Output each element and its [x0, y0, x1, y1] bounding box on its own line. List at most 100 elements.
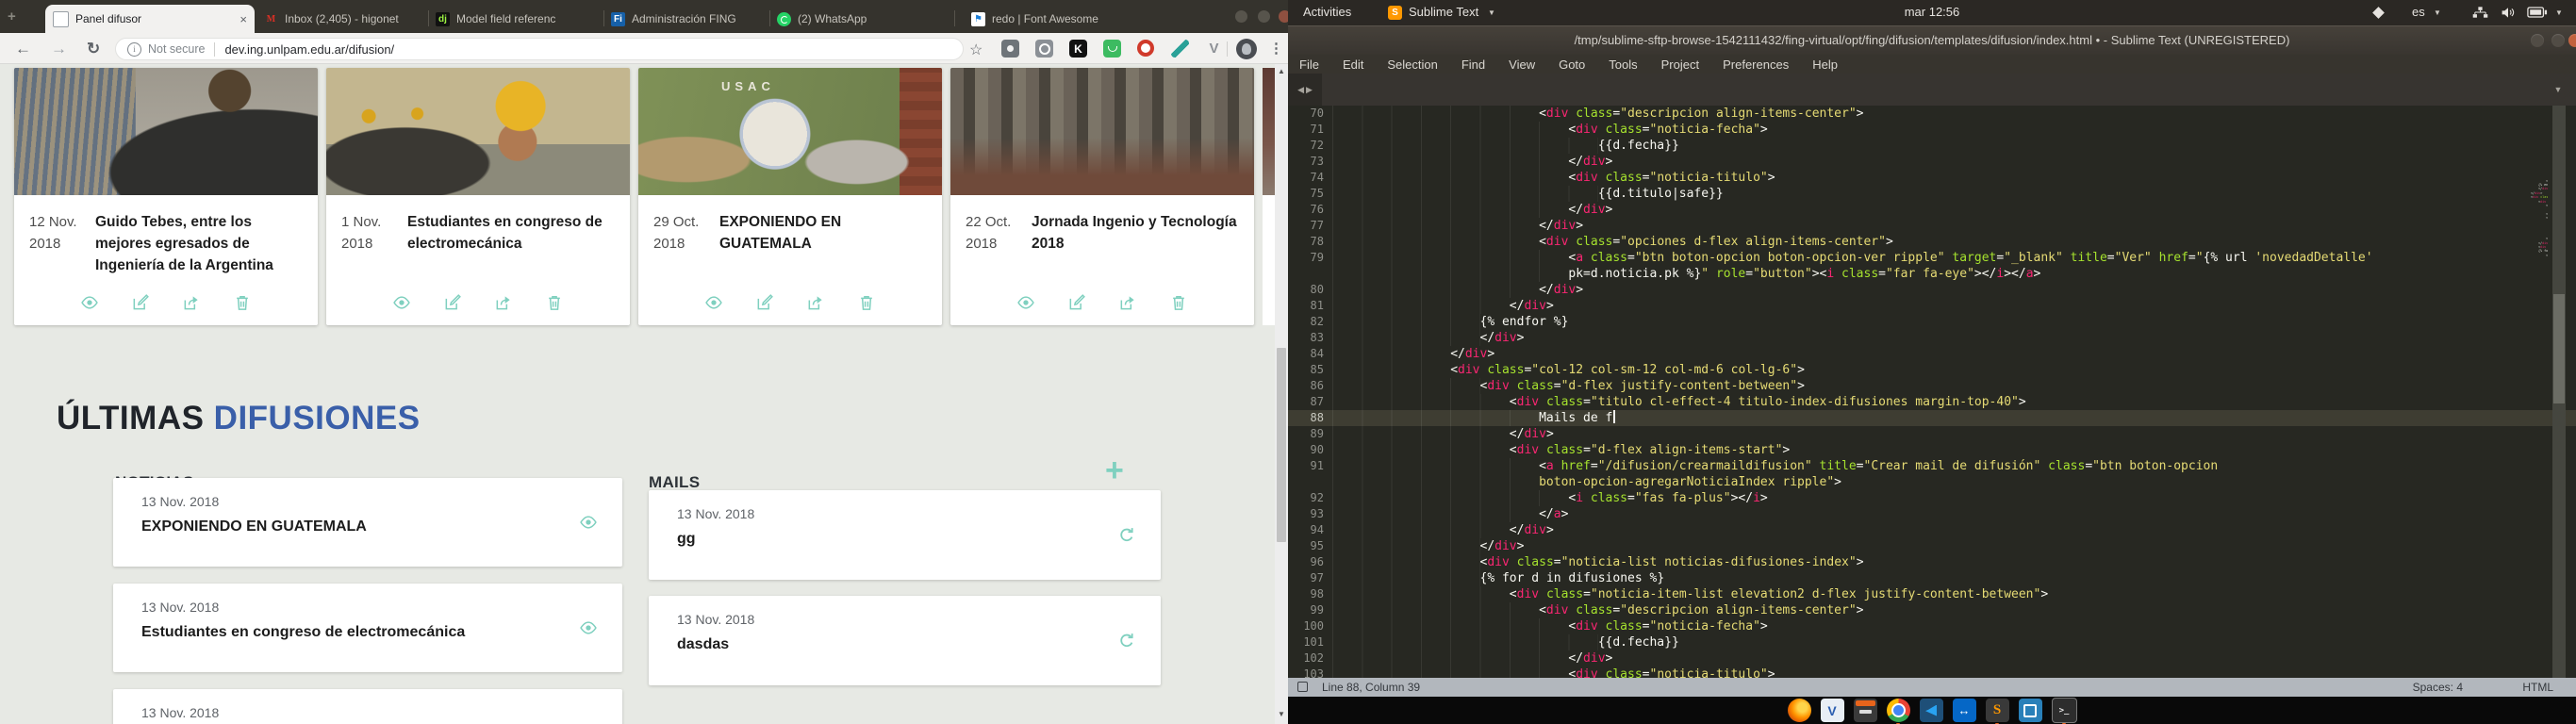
- code-line-91[interactable]: 91<a href="/difusion/crearmaildifusion" …: [1288, 458, 2576, 474]
- delete-button[interactable]: [1169, 293, 1188, 312]
- code-line-96[interactable]: 96<div class="noticia-list noticias-difu…: [1288, 554, 2576, 570]
- scrollbar-down-icon[interactable]: ▼: [1278, 710, 1285, 718]
- edit-button[interactable]: [755, 293, 774, 312]
- browser-tab-2[interactable]: MInbox (2,405) - higonet: [256, 5, 426, 33]
- browser-tab-4[interactable]: FiAdministración FING: [603, 5, 768, 33]
- browser-minimize-button[interactable]: [1235, 10, 1247, 23]
- delete-button[interactable]: [545, 293, 564, 312]
- menu-help[interactable]: Help: [1812, 58, 1838, 72]
- code-editor[interactable]: 70<div class="descripcion align-items-ce…: [1288, 106, 2576, 678]
- browser-scrollbar-thumb[interactable]: [1277, 348, 1286, 542]
- code-line-102[interactable]: 102</div>: [1288, 650, 2576, 666]
- network-icon[interactable]: [2472, 6, 2488, 19]
- code-line-90[interactable]: 90<div class="d-flex align-items-start">: [1288, 442, 2576, 458]
- browser-maximize-button[interactable]: [1258, 10, 1270, 23]
- browser-tab-1[interactable]: Panel difusor×: [45, 5, 255, 33]
- code-line-78[interactable]: 78<div class="opciones d-flex align-item…: [1288, 234, 2576, 250]
- browser-menu-icon[interactable]: ⋮: [1269, 40, 1283, 57]
- info-icon[interactable]: i: [127, 42, 141, 57]
- url-text[interactable]: dev.ing.unlpam.edu.ar/difusion/: [224, 42, 394, 57]
- view-button[interactable]: [704, 293, 723, 312]
- profile-avatar[interactable]: [1236, 39, 1257, 59]
- browser-close-button[interactable]: [1279, 10, 1288, 23]
- news-card[interactable]: USAC29 Oct. 2018EXPONIENDO EN GUATEMALA: [638, 68, 942, 325]
- topbar-app-name[interactable]: Sublime Text: [1409, 5, 1478, 19]
- forward-icon[interactable]: →: [51, 40, 67, 58]
- terminal-taskbar-icon[interactable]: >_: [2052, 698, 2077, 723]
- view-button[interactable]: [392, 293, 411, 312]
- share-button[interactable]: [494, 293, 513, 312]
- code-line-92[interactable]: 92<i class="fas fa-plus"></i>: [1288, 490, 2576, 506]
- reload-icon[interactable]: ↻: [87, 40, 100, 58]
- noticia-list-item[interactable]: 13 Nov. 2018EXPONIENDO EN GUATEMALA: [113, 478, 622, 567]
- code-line-88[interactable]: 88Mails de f: [1288, 410, 2576, 426]
- minimap[interactable]: <div class="descripcion align-items-cent…: [2501, 129, 2548, 278]
- news-card-title[interactable]: EXPONIENDO EN GUATEMALA: [708, 211, 929, 255]
- edit-button[interactable]: [443, 293, 462, 312]
- back-icon[interactable]: ←: [15, 40, 31, 58]
- scrollbar-up-icon[interactable]: ▲: [1278, 67, 1285, 75]
- resend-icon[interactable]: [1117, 632, 1136, 650]
- noticia-list-item[interactable]: 13 Nov. 2018Guido Tebes, entre los mejor…: [113, 689, 622, 724]
- system-menu-caret-icon[interactable]: ▼: [2555, 8, 2563, 17]
- sublime-close-button[interactable]: [2568, 34, 2576, 47]
- menu-goto[interactable]: Goto: [1559, 58, 1585, 72]
- activities-button[interactable]: Activities: [1303, 5, 1351, 19]
- sublime-text-taskbar-icon[interactable]: S: [1986, 699, 2009, 722]
- menu-edit[interactable]: Edit: [1343, 58, 1363, 72]
- code-line-97[interactable]: 97{% for d in difusiones %}: [1288, 570, 2576, 586]
- news-card[interactable]: 1 Nov. 2018Estudiantes en congreso de el…: [326, 68, 630, 325]
- sublime-title-bar[interactable]: /tmp/sublime-sftp-browse-1542111432/fing…: [1288, 25, 2576, 55]
- firefox-taskbar-icon[interactable]: [1788, 699, 1811, 722]
- code-line-94[interactable]: 94</div>: [1288, 522, 2576, 538]
- code-line-77[interactable]: 77</div>: [1288, 218, 2576, 234]
- extension-camera-icon[interactable]: [1035, 40, 1053, 58]
- battery-icon[interactable]: [2527, 7, 2548, 18]
- view-eye-icon[interactable]: [579, 513, 598, 532]
- menu-file[interactable]: File: [1299, 58, 1319, 72]
- news-card-title[interactable]: Jornada Ingenio y Tecnología 2018: [1020, 211, 1241, 255]
- news-card[interactable]: 22 Oct. 2018Jornada Ingenio y Tecnología…: [950, 68, 1254, 325]
- menu-project[interactable]: Project: [1661, 58, 1699, 72]
- code-line-74[interactable]: 74<div class="noticia-titulo">: [1288, 170, 2576, 186]
- browser-tab-5[interactable]: (2) WhatsApp: [769, 5, 952, 33]
- extension-v-icon[interactable]: V: [1205, 40, 1223, 58]
- menu-preferences[interactable]: Preferences: [1723, 58, 1789, 72]
- menu-selection[interactable]: Selection: [1387, 58, 1437, 72]
- code-line-79[interactable]: 79<a class="btn boton-opcion boton-opcio…: [1288, 250, 2576, 266]
- editor-scrollbar-thumb[interactable]: [2553, 294, 2565, 403]
- share-button[interactable]: [806, 293, 825, 312]
- code-line-89[interactable]: 89</div>: [1288, 426, 2576, 442]
- virtualbox-taskbar-icon[interactable]: V: [1821, 699, 1844, 722]
- url-bar[interactable]: i Not secure dev.ing.unlpam.edu.ar/difus…: [115, 38, 964, 60]
- bookmark-star-icon[interactable]: ☆: [969, 41, 983, 59]
- code-line-82[interactable]: 82{% endfor %}: [1288, 314, 2576, 330]
- browser-tab-6[interactable]: ⚑redo | Font Awesome: [964, 5, 1145, 33]
- code-line-75[interactable]: 75{{d.titulo|safe}}: [1288, 186, 2576, 202]
- view-button[interactable]: [1016, 293, 1035, 312]
- code-line-83[interactable]: 83</div>: [1288, 330, 2576, 346]
- edit-button[interactable]: [1067, 293, 1086, 312]
- file-manager-taskbar-icon[interactable]: [1854, 699, 1877, 722]
- menu-view[interactable]: View: [1509, 58, 1535, 72]
- menu-find[interactable]: Find: [1461, 58, 1485, 72]
- code-line-81[interactable]: 81</div>: [1288, 298, 2576, 314]
- tab-close-icon[interactable]: ×: [239, 12, 247, 26]
- code-line-100[interactable]: 100<div class="noticia-fecha">: [1288, 618, 2576, 634]
- extension-lightbulb-icon[interactable]: [1001, 40, 1019, 58]
- tray-app-icon[interactable]: [2372, 7, 2385, 19]
- edit-button[interactable]: [131, 293, 150, 312]
- extension-picker-icon[interactable]: [1171, 40, 1189, 58]
- code-line-71[interactable]: 71<div class="noticia-fecha">: [1288, 122, 2576, 138]
- code-line-wrap[interactable]: pk=d.noticia.pk %}" role="button"><i cla…: [1288, 266, 2576, 282]
- delete-button[interactable]: [233, 293, 252, 312]
- news-card-partial[interactable]: [1263, 68, 1275, 325]
- share-button[interactable]: [1118, 293, 1137, 312]
- sublime-minimize-button[interactable]: [2531, 34, 2544, 47]
- code-line-95[interactable]: 95</div>: [1288, 538, 2576, 554]
- add-mail-button[interactable]: +: [1105, 454, 1124, 486]
- volume-icon[interactable]: [2501, 6, 2516, 19]
- syntax-label[interactable]: HTML: [2522, 681, 2553, 694]
- code-line-87[interactable]: 87<div class="titulo cl-effect-4 titulo-…: [1288, 394, 2576, 410]
- noticia-list-item[interactable]: 13 Nov. 2018Estudiantes en congreso de e…: [113, 584, 622, 672]
